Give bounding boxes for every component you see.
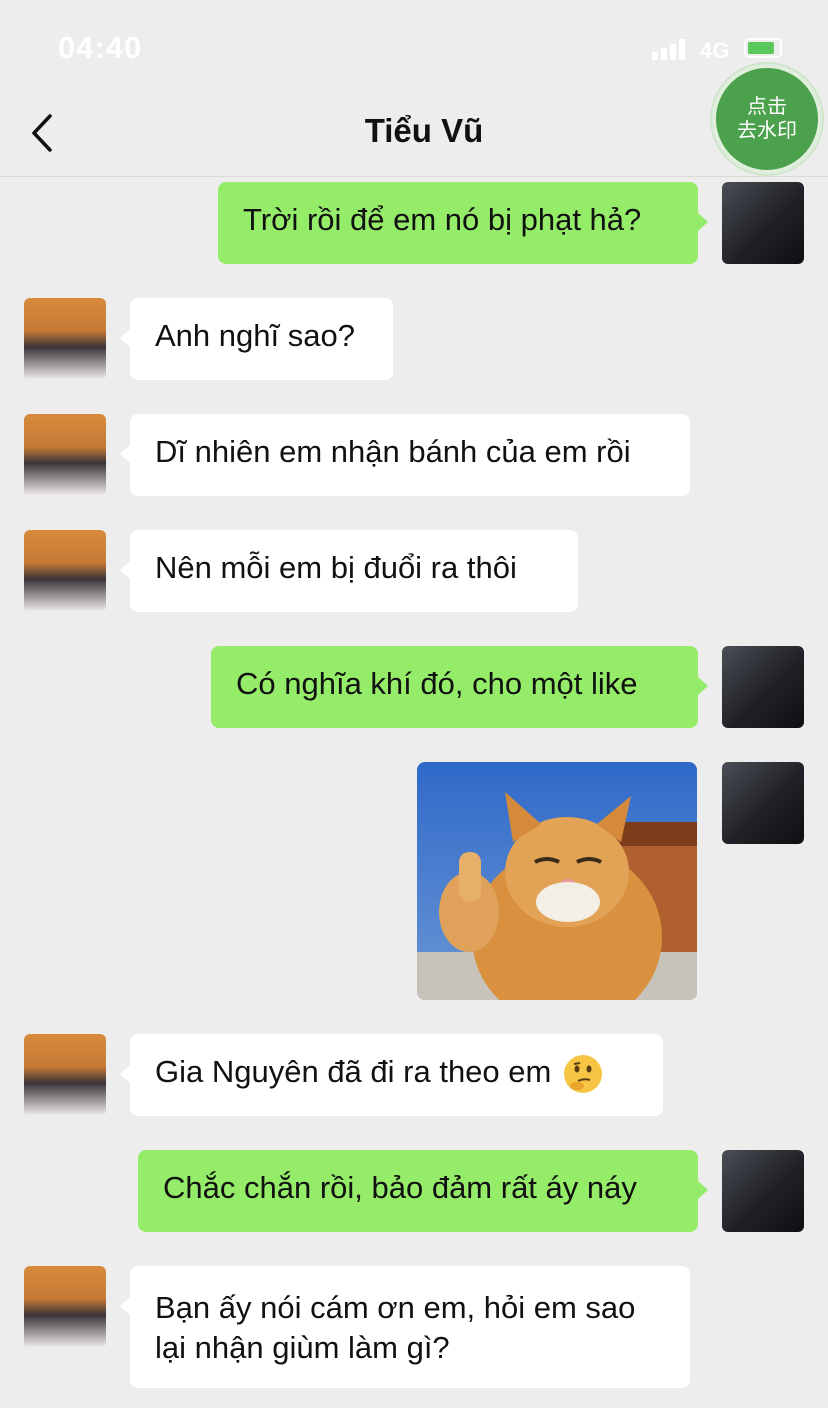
chat-title: Tiểu Vũ (364, 112, 484, 149)
message-bubble-received[interactable]: Dĩ nhiên em nhận bánh của em rồi (120, 414, 690, 496)
message-text: Bạn ấy nói cám ơn em, hỏi em sao lại nhậ… (155, 1290, 636, 1365)
contact-avatar[interactable] (24, 1034, 106, 1116)
message-bubble-sent[interactable]: Có nghĩa khí đó, cho một like (211, 646, 708, 728)
message-bubble-received[interactable]: Nên mỗi em bị đuổi ra thôi (120, 530, 578, 612)
message-text: Trời rồi để em nó bị phạt hả? (243, 202, 642, 237)
message-bubble-received[interactable]: Anh nghĩ sao? (120, 298, 393, 380)
my-avatar[interactable] (722, 646, 804, 728)
message-bubble-sent[interactable]: Trời rồi để em nó bị phạt hả? (218, 182, 708, 264)
my-avatar[interactable] (722, 1150, 804, 1232)
chat-header: Tiểu Vũ (0, 90, 828, 177)
signal-icon (652, 38, 692, 60)
message-text: Anh nghĩ sao? (155, 318, 355, 353)
message-text: Chắc chắn rồi, bảo đảm rất áy náy (163, 1170, 637, 1205)
remove-watermark-label-line2: 去水印 (737, 120, 797, 142)
message-text: Dĩ nhiên em nhận bánh của em rồi (155, 434, 631, 469)
message-text: Nên mỗi em bị đuổi ra thôi (155, 550, 517, 585)
contact-avatar[interactable] (24, 530, 106, 612)
status-time: 04:40 (58, 30, 143, 65)
thinking-face-emoji (563, 1054, 602, 1093)
contact-avatar[interactable] (24, 1266, 106, 1348)
thumbs-up-cat-sticker[interactable] (417, 762, 697, 1000)
my-avatar[interactable] (722, 762, 804, 844)
my-avatar[interactable] (722, 182, 804, 264)
message-bubble-received[interactable]: Gia Nguyên đã đi ra theo em (120, 1034, 663, 1116)
remove-watermark-label-line1: 点击 (747, 96, 787, 118)
cat-sticker-image (417, 762, 697, 1000)
message-bubble-sent[interactable]: Chắc chắn rồi, bảo đảm rất áy náy (138, 1150, 708, 1232)
message-text: Có nghĩa khí đó, cho một like (236, 666, 638, 701)
status-bar: 04:40 4G (0, 0, 828, 90)
network-type: 4G (700, 38, 730, 63)
message-bubble-received[interactable]: Bạn ấy nói cám ơn em, hỏi em sao lại nhậ… (120, 1266, 690, 1388)
contact-avatar[interactable] (24, 298, 106, 380)
battery-icon (744, 38, 782, 58)
contact-avatar[interactable] (24, 414, 106, 496)
remove-watermark-button[interactable]: 点击 去水印 (712, 64, 822, 174)
message-text: Gia Nguyên đã đi ra theo em (155, 1054, 663, 1093)
